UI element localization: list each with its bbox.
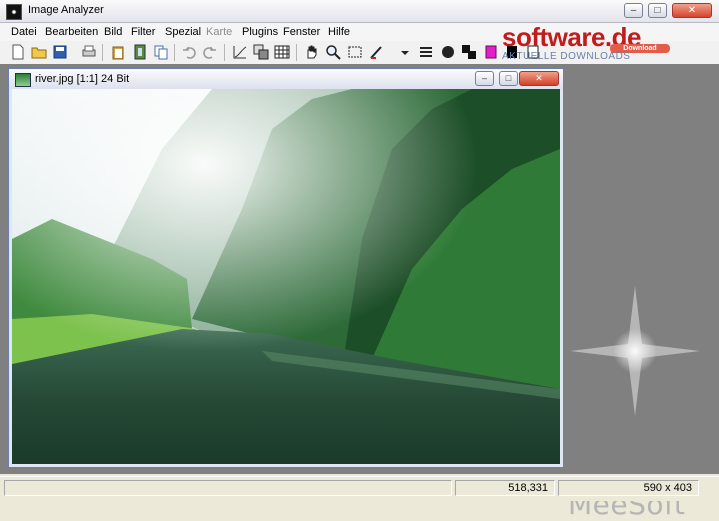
undo-icon[interactable] xyxy=(181,44,197,60)
menu-spezial[interactable]: Spezial xyxy=(165,26,201,38)
image-file-icon xyxy=(15,73,31,87)
scanner-icon[interactable] xyxy=(81,44,97,60)
menu-datei[interactable]: Datei xyxy=(11,26,37,38)
mdi-workspace: MeeSoft river.jpg [1:1] 24 Bit – □ ✕ xyxy=(0,64,719,521)
curve-icon[interactable] xyxy=(232,44,248,60)
toolbar-separator xyxy=(296,44,297,61)
image-size: 590 x 403 xyxy=(558,480,699,496)
menu-karte[interactable]: Karte xyxy=(206,26,232,38)
document-title-bar[interactable]: river.jpg [1:1] 24 Bit – □ ✕ xyxy=(9,69,563,89)
software-de-watermark: software.de Download AKTUELLE DOWNLOADS xyxy=(500,22,715,66)
hand-icon[interactable] xyxy=(303,44,319,60)
magenta-icon[interactable] xyxy=(483,44,499,60)
close-button[interactable]: ✕ xyxy=(672,3,712,18)
maximize-button[interactable]: □ xyxy=(648,3,667,18)
redo-icon[interactable] xyxy=(202,44,218,60)
brush-icon[interactable] xyxy=(368,44,384,60)
color-icon[interactable] xyxy=(461,44,477,60)
toolbar-separator xyxy=(174,44,175,61)
open-icon[interactable] xyxy=(31,44,47,60)
copy-icon[interactable] xyxy=(153,44,169,60)
dot-icon[interactable] xyxy=(440,44,456,60)
status-bar: 518,331 590 x 403 xyxy=(0,476,719,501)
window-title: Image Analyzer xyxy=(28,4,104,16)
meesoft-star-logo xyxy=(570,286,700,416)
toolbar-separator xyxy=(224,44,225,61)
minimize-button[interactable]: – xyxy=(624,3,643,18)
select-icon[interactable] xyxy=(347,44,363,60)
menu-filter[interactable]: Filter xyxy=(131,26,155,38)
lines-icon[interactable] xyxy=(418,44,434,60)
image-document-window[interactable]: river.jpg [1:1] 24 Bit – □ ✕ xyxy=(8,68,564,468)
menu-fenster[interactable]: Fenster xyxy=(283,26,320,38)
watermark-subtitle: AKTUELLE DOWNLOADS xyxy=(502,51,631,62)
river-photo[interactable] xyxy=(12,89,560,464)
image-canvas[interactable] xyxy=(12,89,560,464)
film-icon[interactable] xyxy=(132,44,148,60)
dropdown-icon[interactable] xyxy=(397,44,413,60)
toolbar-separator xyxy=(102,44,103,61)
menu-hilfe[interactable]: Hilfe xyxy=(328,26,350,38)
paste-icon[interactable] xyxy=(110,44,126,60)
layers-icon[interactable] xyxy=(253,44,269,60)
menu-plugins[interactable]: Plugins xyxy=(242,26,278,38)
cursor-coordinates: 518,331 xyxy=(455,480,555,496)
doc-close-button[interactable]: ✕ xyxy=(519,71,559,86)
menu-bild[interactable]: Bild xyxy=(104,26,122,38)
doc-minimize-button[interactable]: – xyxy=(475,71,494,86)
save-icon[interactable] xyxy=(52,44,68,60)
app-window: Image Analyzer – □ ✕ Datei Bearbeiten Bi… xyxy=(0,0,719,521)
new-icon[interactable] xyxy=(10,44,26,60)
document-title: river.jpg [1:1] 24 Bit xyxy=(35,73,130,85)
app-icon[interactable] xyxy=(6,4,22,20)
menu-bearbeiten[interactable]: Bearbeiten xyxy=(45,26,98,38)
status-message xyxy=(4,480,452,496)
grid-icon[interactable] xyxy=(274,44,290,60)
title-bar[interactable]: Image Analyzer – □ ✕ xyxy=(0,0,719,23)
zoom-icon[interactable] xyxy=(325,44,341,60)
doc-maximize-button[interactable]: □ xyxy=(499,71,518,86)
